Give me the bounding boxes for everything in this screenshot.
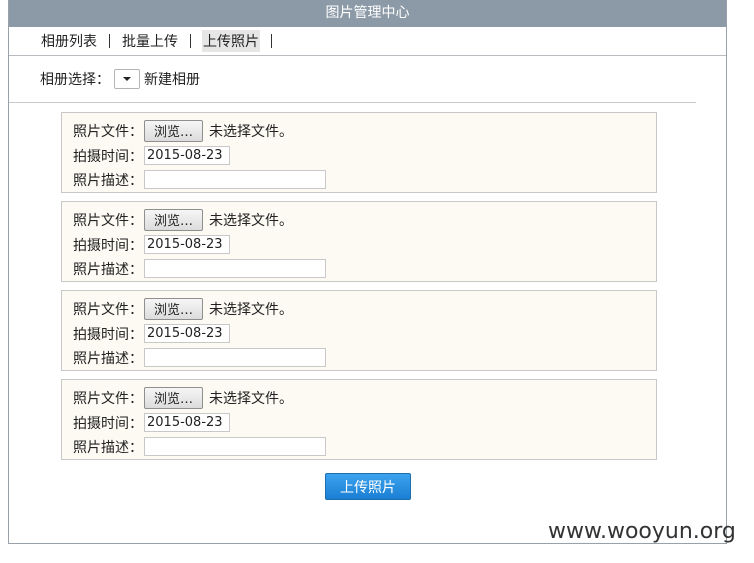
- date-input[interactable]: [144, 324, 230, 343]
- desc-label: 照片描述：: [73, 439, 143, 456]
- tab-divider: [271, 34, 272, 48]
- date-label: 拍摄时间：: [73, 326, 143, 343]
- upload-list: 照片文件： 浏览… 未选择文件。 拍摄时间： 照片描述： 照片文件： 浏览… 未…: [61, 112, 657, 468]
- file-row: 照片文件： 浏览… 未选择文件。: [73, 118, 656, 143]
- upload-photo-button[interactable]: 上传照片: [325, 473, 411, 500]
- desc-input[interactable]: [144, 259, 326, 278]
- tab-batch-upload[interactable]: 批量上传: [121, 30, 202, 52]
- desc-row: 照片描述：: [73, 346, 656, 369]
- tab-album-list-label: 相册列表: [41, 34, 97, 50]
- desc-input[interactable]: [144, 170, 326, 189]
- watermark: www.wooyun.org: [548, 519, 736, 544]
- browse-button[interactable]: 浏览…: [144, 297, 204, 320]
- file-label: 照片文件：: [73, 212, 143, 229]
- date-input[interactable]: [144, 146, 230, 165]
- date-row: 拍摄时间：: [73, 232, 656, 257]
- desc-label: 照片描述：: [73, 350, 143, 367]
- date-input[interactable]: [144, 235, 230, 254]
- date-label: 拍摄时间：: [73, 237, 143, 254]
- upload-item: 照片文件： 浏览… 未选择文件。 拍摄时间： 照片描述：: [61, 112, 657, 193]
- date-label: 拍摄时间：: [73, 148, 143, 165]
- album-select-dropdown[interactable]: [114, 69, 140, 89]
- file-label: 照片文件：: [73, 390, 143, 407]
- file-status: 未选择文件。: [209, 390, 294, 407]
- file-label: 照片文件：: [73, 123, 143, 140]
- chevron-down-icon: [123, 77, 131, 81]
- tab-upload-photo-label: 上传照片: [202, 30, 260, 52]
- desc-label: 照片描述：: [73, 261, 143, 278]
- browse-button[interactable]: 浏览…: [144, 386, 204, 409]
- upload-item: 照片文件： 浏览… 未选择文件。 拍摄时间： 照片描述：: [61, 201, 657, 282]
- date-row: 拍摄时间：: [73, 143, 656, 168]
- tab-divider: [109, 34, 110, 48]
- date-input[interactable]: [144, 413, 230, 432]
- album-selection-row: 相册选择： 新建相册: [9, 56, 696, 103]
- desc-label: 照片描述：: [73, 172, 143, 189]
- desc-row: 照片描述：: [73, 257, 656, 280]
- file-status: 未选择文件。: [209, 212, 294, 229]
- tab-divider: [190, 34, 191, 48]
- file-row: 照片文件： 浏览… 未选择文件。: [73, 385, 656, 410]
- desc-row: 照片描述：: [73, 168, 656, 191]
- album-select-label: 相册选择：: [40, 72, 110, 88]
- tab-bar: 相册列表 批量上传 上传照片: [9, 27, 726, 56]
- file-label: 照片文件：: [73, 301, 143, 318]
- new-album-link[interactable]: 新建相册: [144, 69, 200, 89]
- date-row: 拍摄时间：: [73, 410, 656, 435]
- date-label: 拍摄时间：: [73, 415, 143, 432]
- tab-upload-photo[interactable]: 上传照片: [202, 30, 283, 52]
- file-row: 照片文件： 浏览… 未选择文件。: [73, 207, 656, 232]
- desc-row: 照片描述：: [73, 435, 656, 458]
- file-status: 未选择文件。: [209, 123, 294, 140]
- upload-item: 照片文件： 浏览… 未选择文件。 拍摄时间： 照片描述：: [61, 290, 657, 371]
- window-title: 图片管理中心: [9, 0, 726, 27]
- desc-input[interactable]: [144, 437, 326, 456]
- browse-button[interactable]: 浏览…: [144, 119, 204, 142]
- desc-input[interactable]: [144, 348, 326, 367]
- browse-button[interactable]: 浏览…: [144, 208, 204, 231]
- file-row: 照片文件： 浏览… 未选择文件。: [73, 296, 656, 321]
- tab-batch-upload-label: 批量上传: [122, 34, 178, 50]
- file-status: 未选择文件。: [209, 301, 294, 318]
- date-row: 拍摄时间：: [73, 321, 656, 346]
- upload-item: 照片文件： 浏览… 未选择文件。 拍摄时间： 照片描述：: [61, 379, 657, 460]
- tab-album-list[interactable]: 相册列表: [40, 30, 121, 52]
